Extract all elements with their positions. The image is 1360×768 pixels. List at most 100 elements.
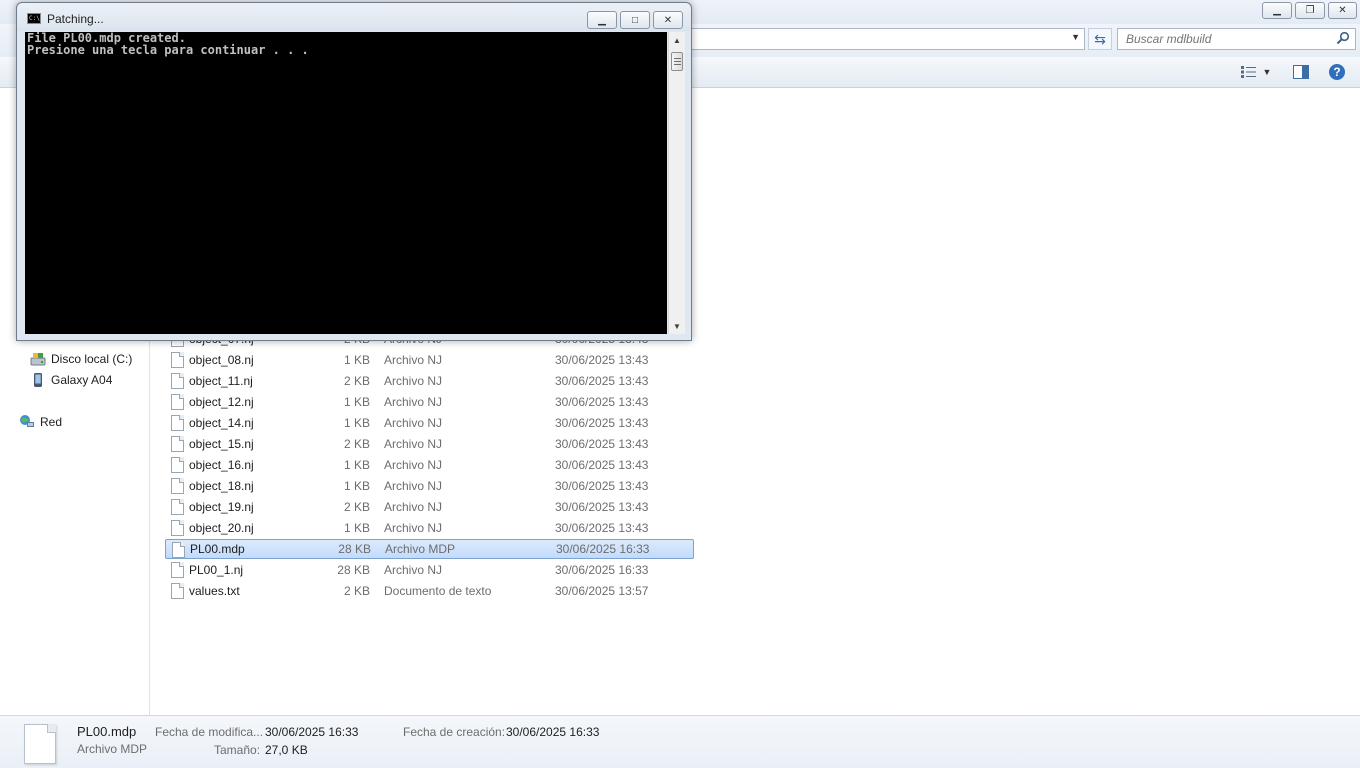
file-date: 30/06/2025 13:43	[555, 479, 649, 493]
file-icon	[171, 457, 184, 473]
file-icon	[171, 436, 184, 452]
file-icon	[171, 415, 184, 431]
file-type: Archivo NJ	[384, 395, 443, 409]
file-row[interactable]: object_18.nj 1 KB Archivo NJ 30/06/2025 …	[165, 476, 694, 496]
console-maximize-button[interactable]: □	[620, 11, 650, 29]
console-output[interactable]: File PL00.mdp created. Presione una tecl…	[25, 32, 667, 334]
file-date: 30/06/2025 13:43	[555, 395, 649, 409]
file-type: Archivo NJ	[384, 479, 443, 493]
help-button[interactable]: ?	[1326, 62, 1348, 82]
search-box[interactable]	[1117, 28, 1356, 50]
file-name: object_08.nj	[189, 353, 254, 367]
console-titlebar[interactable]: C:\ Patching... ▁ □ ✕	[17, 3, 691, 31]
file-type: Archivo NJ	[384, 374, 443, 388]
file-row[interactable]: object_11.nj 2 KB Archivo NJ 30/06/2025 …	[165, 371, 694, 391]
chevron-down-icon: ▼	[1262, 67, 1272, 77]
file-type: Documento de texto	[384, 584, 492, 598]
file-row[interactable]: object_19.nj 2 KB Archivo NJ 30/06/2025 …	[165, 497, 694, 517]
address-box[interactable]: ▼	[690, 28, 1085, 50]
file-date: 30/06/2025 13:43	[555, 353, 649, 367]
refresh-button[interactable]: ⇆	[1088, 28, 1112, 50]
file-thumbnail-icon	[24, 724, 56, 764]
file-size: 1 KB	[343, 353, 370, 367]
console-close-button[interactable]: ✕	[653, 11, 683, 29]
details-created-value[interactable]: 30/06/2025 16:33	[506, 725, 599, 739]
file-name: object_19.nj	[189, 500, 254, 514]
file-row[interactable]: object_12.nj 1 KB Archivo NJ 30/06/2025 …	[165, 392, 694, 412]
file-size: 2 KB	[343, 374, 370, 388]
file-icon	[172, 542, 185, 558]
file-row[interactable]: object_20.nj 1 KB Archivo NJ 30/06/2025 …	[165, 518, 694, 538]
file-name: object_11.nj	[189, 374, 253, 388]
file-date: 30/06/2025 16:33	[556, 542, 650, 556]
file-size: 28 KB	[338, 542, 371, 556]
text-file-icon	[171, 583, 184, 599]
details-modified-label: Fecha de modifica...	[155, 725, 264, 739]
cmd-icon: C:\	[27, 13, 41, 24]
file-type: Archivo NJ	[384, 458, 443, 472]
file-size: 1 KB	[343, 521, 370, 535]
file-type: Archivo NJ	[384, 416, 443, 430]
file-name: object_16.nj	[189, 458, 254, 472]
file-date: 30/06/2025 13:43	[555, 521, 649, 535]
view-options-button[interactable]: ▼	[1236, 62, 1276, 82]
phone-icon	[30, 372, 46, 388]
file-size: 2 KB	[343, 584, 370, 598]
file-name: values.txt	[189, 584, 240, 598]
file-icon	[171, 394, 184, 410]
console-minimize-button[interactable]: ▁	[587, 11, 617, 29]
file-name: object_12.nj	[189, 395, 254, 409]
file-type: Archivo MDP	[385, 542, 456, 556]
explorer-close-button[interactable]: ✕	[1328, 2, 1357, 19]
scroll-down-icon[interactable]: ▼	[669, 318, 685, 334]
nav-item-red[interactable]: Red	[19, 412, 62, 432]
file-row[interactable]: object_14.nj 1 KB Archivo NJ 30/06/2025 …	[165, 413, 694, 433]
explorer-restore-button[interactable]: ❐	[1295, 2, 1325, 19]
file-name: PL00_1.nj	[189, 563, 244, 577]
file-name: object_18.nj	[189, 479, 254, 493]
file-name: object_14.nj	[189, 416, 254, 430]
file-icon	[171, 520, 184, 536]
file-icon	[171, 499, 184, 515]
scroll-up-icon[interactable]: ▲	[669, 32, 685, 48]
file-row[interactable]: values.txt 2 KB Documento de texto 30/06…	[165, 581, 694, 601]
file-row[interactable]: PL00_1.nj 28 KB Archivo NJ 30/06/2025 16…	[165, 560, 694, 580]
preview-pane-icon	[1293, 65, 1309, 79]
explorer-minimize-button[interactable]: ▁	[1262, 2, 1292, 19]
file-size: 2 KB	[343, 500, 370, 514]
console-window[interactable]: C:\ Patching... ▁ □ ✕ File PL00.mdp crea…	[16, 2, 692, 341]
file-icon	[171, 373, 184, 389]
drive-icon	[30, 351, 46, 367]
nav-item-galaxy-a04[interactable]: Galaxy A04	[30, 370, 112, 390]
file-name: PL00.mdp	[190, 542, 245, 556]
nav-item-disco-local[interactable]: Disco local (C:)	[30, 349, 132, 369]
scroll-thumb[interactable]	[671, 52, 683, 71]
details-file-name: PL00.mdp	[77, 724, 137, 739]
file-size: 1 KB	[343, 458, 370, 472]
file-row[interactable]: object_16.nj 1 KB Archivo NJ 30/06/2025 …	[165, 455, 694, 475]
file-type: Archivo NJ	[384, 563, 443, 577]
nav-item-label: Disco local (C:)	[51, 352, 133, 366]
details-modified-value[interactable]: 30/06/2025 16:33	[265, 725, 358, 739]
help-icon: ?	[1329, 64, 1345, 80]
console-scrollbar[interactable]: ▲ ▼	[668, 32, 685, 334]
details-size-value: 27,0 KB	[265, 743, 308, 757]
search-icon[interactable]	[1336, 31, 1350, 45]
file-date: 30/06/2025 13:57	[555, 584, 649, 598]
file-name: object_20.nj	[189, 521, 254, 535]
file-size: 1 KB	[343, 416, 370, 430]
file-icon	[171, 478, 184, 494]
chevron-down-icon[interactable]: ▼	[1071, 32, 1080, 42]
file-row[interactable]: object_15.nj 2 KB Archivo NJ 30/06/2025 …	[165, 434, 694, 454]
search-input[interactable]	[1118, 29, 1318, 49]
console-line: Presione una tecla para continuar . . .	[27, 43, 309, 57]
file-date: 30/06/2025 13:43	[555, 437, 649, 451]
details-created-label: Fecha de creación:	[403, 725, 506, 739]
file-row-selected[interactable]: PL00.mdp 28 KB Archivo MDP 30/06/2025 16…	[165, 539, 694, 559]
file-date: 30/06/2025 16:33	[555, 563, 649, 577]
file-row[interactable]: object_08.nj 1 KB Archivo NJ 30/06/2025 …	[165, 350, 694, 370]
svg-text:?: ?	[1333, 65, 1340, 79]
file-date: 30/06/2025 13:43	[555, 500, 649, 514]
file-type: Archivo NJ	[384, 353, 443, 367]
preview-pane-button[interactable]	[1290, 62, 1312, 82]
